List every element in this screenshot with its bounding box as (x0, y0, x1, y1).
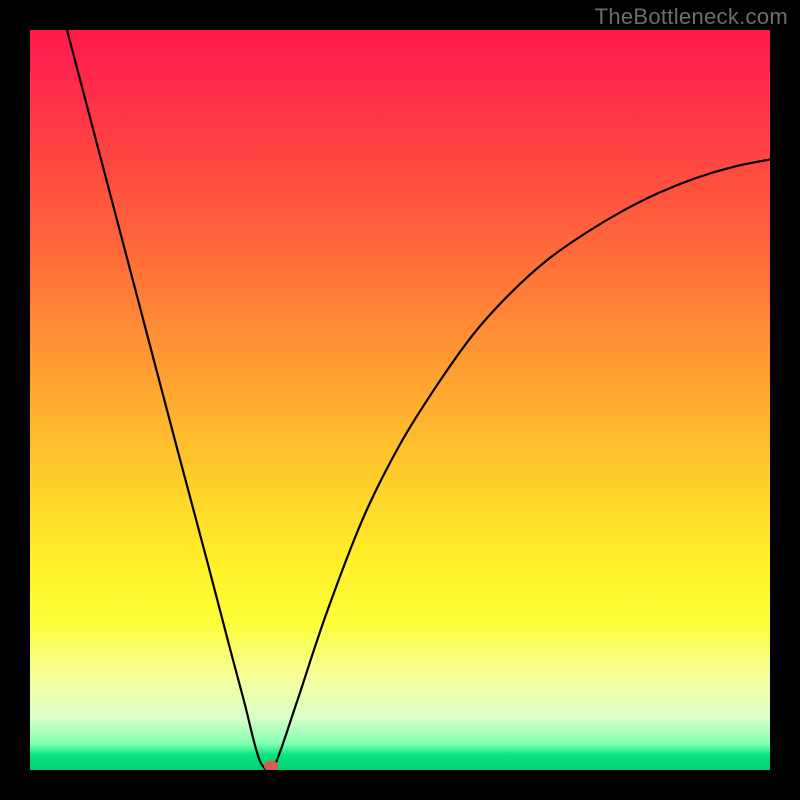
chart-frame: TheBottleneck.com (0, 0, 800, 800)
watermark-text: TheBottleneck.com (595, 4, 788, 30)
optimal-point-marker (264, 761, 278, 770)
bottleneck-curve (30, 30, 770, 770)
plot-area (30, 30, 770, 770)
